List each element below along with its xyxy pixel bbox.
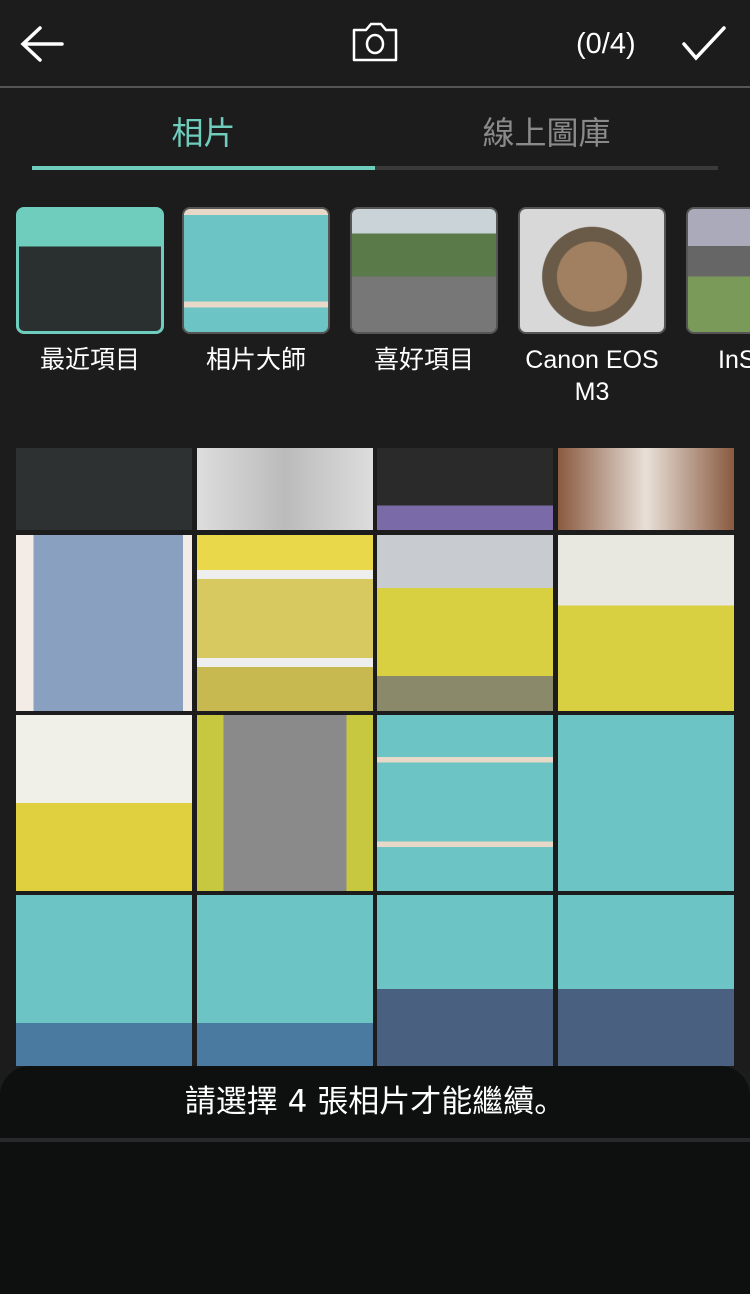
photo-thumbnail[interactable]: [16, 535, 192, 711]
camera-icon[interactable]: [350, 20, 400, 64]
album-ins[interactable]: [686, 207, 750, 334]
photo-thumbnail[interactable]: [558, 895, 734, 1066]
confirm-check-icon[interactable]: [680, 24, 728, 64]
album-photo-director[interactable]: [182, 207, 330, 334]
photo-thumbnail[interactable]: [16, 448, 192, 530]
photo-thumbnail[interactable]: [558, 715, 734, 891]
photo-thumbnail[interactable]: [558, 448, 734, 530]
album-label: 最近項目: [39, 346, 140, 374]
photo-thumbnail[interactable]: [197, 448, 373, 530]
back-arrow-icon[interactable]: [18, 22, 68, 66]
tab-indicator-track: [375, 166, 718, 170]
photo-thumbnail[interactable]: [377, 535, 553, 711]
tab-indicator-active: [32, 166, 375, 170]
tab-photos[interactable]: 相片: [32, 108, 375, 154]
album-label: Canon EOS M3: [525, 346, 659, 406]
selection-hint-toast: 請選擇 4 張相片才能繼續。: [0, 1066, 750, 1138]
photo-thumbnail[interactable]: [558, 535, 734, 711]
photo-thumbnail[interactable]: [16, 895, 192, 1066]
album-label: InS: [718, 346, 750, 374]
photo-thumbnail[interactable]: [16, 715, 192, 891]
photo-thumbnail[interactable]: [377, 448, 553, 530]
photo-thumbnail[interactable]: [377, 715, 553, 891]
album-canon-eos-m3[interactable]: [518, 207, 666, 334]
photo-thumbnail[interactable]: [197, 535, 373, 711]
album-label: 喜好項目: [373, 346, 474, 374]
bottom-tray: [0, 1138, 750, 1294]
tab-online-library[interactable]: 線上圖庫: [375, 108, 718, 154]
selection-count: (0/4): [576, 28, 636, 60]
album-favorites[interactable]: [350, 207, 498, 334]
photo-thumbnail[interactable]: [377, 895, 553, 1066]
album-recent[interactable]: [16, 207, 164, 334]
top-bar: (0/4): [0, 0, 750, 88]
album-label: 相片大師: [205, 346, 306, 374]
photo-thumbnail[interactable]: [197, 895, 373, 1066]
photo-thumbnail[interactable]: [197, 715, 373, 891]
